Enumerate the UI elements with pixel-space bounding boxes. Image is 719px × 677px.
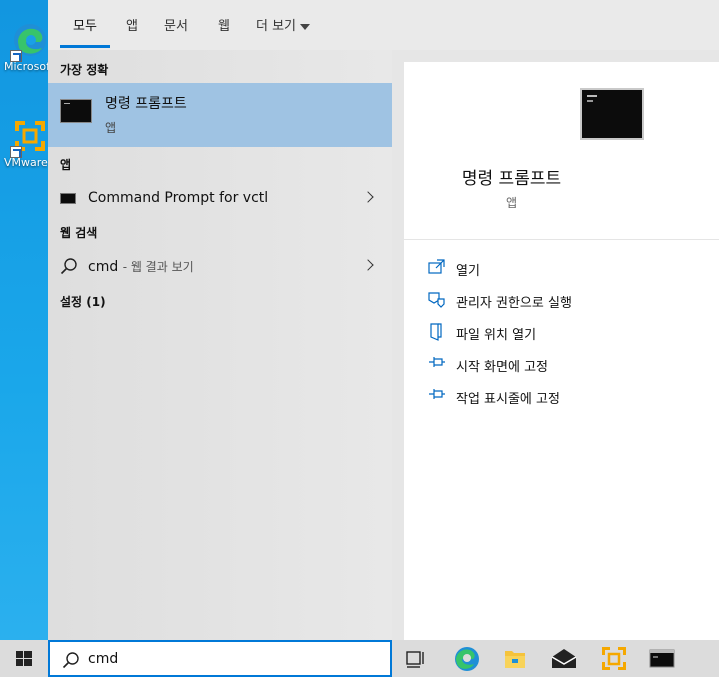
- best-match-type: 앱: [105, 121, 117, 135]
- best-match-result[interactable]: 명령 프롬프트 앱: [48, 83, 392, 147]
- mail-icon: [551, 649, 577, 668]
- action-pin-to-start[interactable]: 시작 화면에 고정: [428, 352, 708, 376]
- command-prompt-icon: [60, 99, 92, 123]
- search-input[interactable]: [88, 648, 378, 670]
- best-match-name: 명령 프롬프트: [105, 96, 187, 112]
- divider: [404, 239, 719, 240]
- action-label: 관리자 권한으로 실행: [456, 296, 572, 311]
- edge-icon: [455, 647, 479, 671]
- desktop-icon-label: VMware Workstation: [4, 156, 48, 169]
- app-result-label: Command Prompt for vctl: [88, 190, 269, 206]
- action-open-file-location[interactable]: 파일 위치 열기: [428, 320, 708, 344]
- chevron-right-icon[interactable]: [362, 259, 374, 271]
- tab-web[interactable]: 웹: [218, 15, 230, 34]
- section-settings-title[interactable]: 설정 (1): [60, 293, 106, 310]
- pin-icon: [429, 357, 445, 367]
- pin-icon: [429, 389, 445, 399]
- desktop-shortcut-vmware[interactable]: VMware Workstation: [0, 118, 48, 170]
- file-location-icon: [430, 323, 442, 341]
- section-web-title: 웹 검색: [60, 226, 98, 240]
- tab-label: 더 보기: [256, 19, 297, 34]
- start-button[interactable]: [0, 640, 48, 677]
- dropdown-caret-icon: [300, 23, 311, 30]
- shield-icon: [428, 292, 445, 308]
- open-icon: [428, 259, 445, 274]
- start-search-panel: 모두 앱 문서 웹 더 보기 가장 정확 명령 프롬프트 앱 앱 Command…: [48, 0, 719, 640]
- tab-label: 모두: [73, 19, 97, 34]
- desktop: Microsoft Edge VMware Workstation: [0, 0, 48, 640]
- tab-documents[interactable]: 문서: [164, 15, 188, 34]
- active-tab-indicator: [60, 45, 110, 48]
- results-list: 가장 정확 명령 프롬프트 앱 앱 Command Prompt for vct…: [48, 50, 392, 640]
- app-detail-name: 명령 프롬프트: [461, 169, 562, 189]
- taskbar-file-explorer[interactable]: [491, 640, 539, 677]
- taskbar-vmware[interactable]: [590, 640, 638, 677]
- search-icon: [60, 258, 77, 275]
- section-apps-title: 앱: [60, 158, 72, 172]
- taskbar-mail[interactable]: [540, 640, 588, 677]
- app-detail-type: 앱: [505, 196, 518, 210]
- edge-icon: [10, 22, 48, 62]
- shortcut-arrow-icon: [10, 50, 22, 62]
- taskbar-edge[interactable]: [443, 640, 491, 677]
- task-view-button[interactable]: [392, 640, 440, 677]
- action-label: 시작 화면에 고정: [456, 360, 548, 375]
- desktop-shortcut-edge[interactable]: Microsoft Edge: [0, 22, 48, 74]
- desktop-icon-label: Microsoft Edge: [4, 60, 48, 73]
- command-prompt-icon: [580, 88, 644, 140]
- tab-label: 웹: [218, 19, 230, 34]
- app-detail-pane: 명령 프롬프트 앱 열기 관리자 권한으로 실행 파일 위치 열기 시작 화면에…: [404, 62, 719, 640]
- action-open[interactable]: 열기: [428, 256, 708, 280]
- tab-label: 문서: [164, 19, 188, 34]
- web-search-result[interactable]: cmd - 웹 결과 보기: [48, 249, 392, 283]
- action-label: 열기: [456, 264, 480, 279]
- tab-all[interactable]: 모두: [73, 15, 97, 34]
- windows-icon: [16, 651, 32, 666]
- tab-apps[interactable]: 앱: [126, 15, 138, 34]
- taskbar: [0, 640, 719, 677]
- command-prompt-icon: [649, 649, 675, 668]
- taskbar-search-box[interactable]: [48, 640, 392, 677]
- action-label: 파일 위치 열기: [456, 328, 537, 343]
- taskbar-command-prompt[interactable]: [638, 640, 686, 677]
- task-view-icon: [406, 651, 424, 668]
- search-filter-tabs: 모두 앱 문서 웹 더 보기: [48, 0, 719, 50]
- vmware-icon: [10, 118, 48, 158]
- web-result-suffix: - 웹 결과 보기: [122, 260, 194, 274]
- web-query: cmd: [88, 259, 119, 275]
- tab-label: 앱: [126, 19, 138, 34]
- action-label: 작업 표시줄에 고정: [456, 392, 560, 407]
- search-icon: [62, 652, 79, 669]
- command-prompt-icon: [60, 193, 76, 204]
- vmware-icon: [602, 647, 626, 670]
- action-run-as-admin[interactable]: 관리자 권한으로 실행: [428, 288, 708, 312]
- action-pin-to-taskbar[interactable]: 작업 표시줄에 고정: [428, 384, 708, 408]
- tab-more[interactable]: 더 보기: [256, 15, 311, 34]
- file-explorer-icon: [505, 651, 525, 668]
- section-best-match-title: 가장 정확: [60, 63, 109, 77]
- shortcut-arrow-icon: [10, 146, 22, 158]
